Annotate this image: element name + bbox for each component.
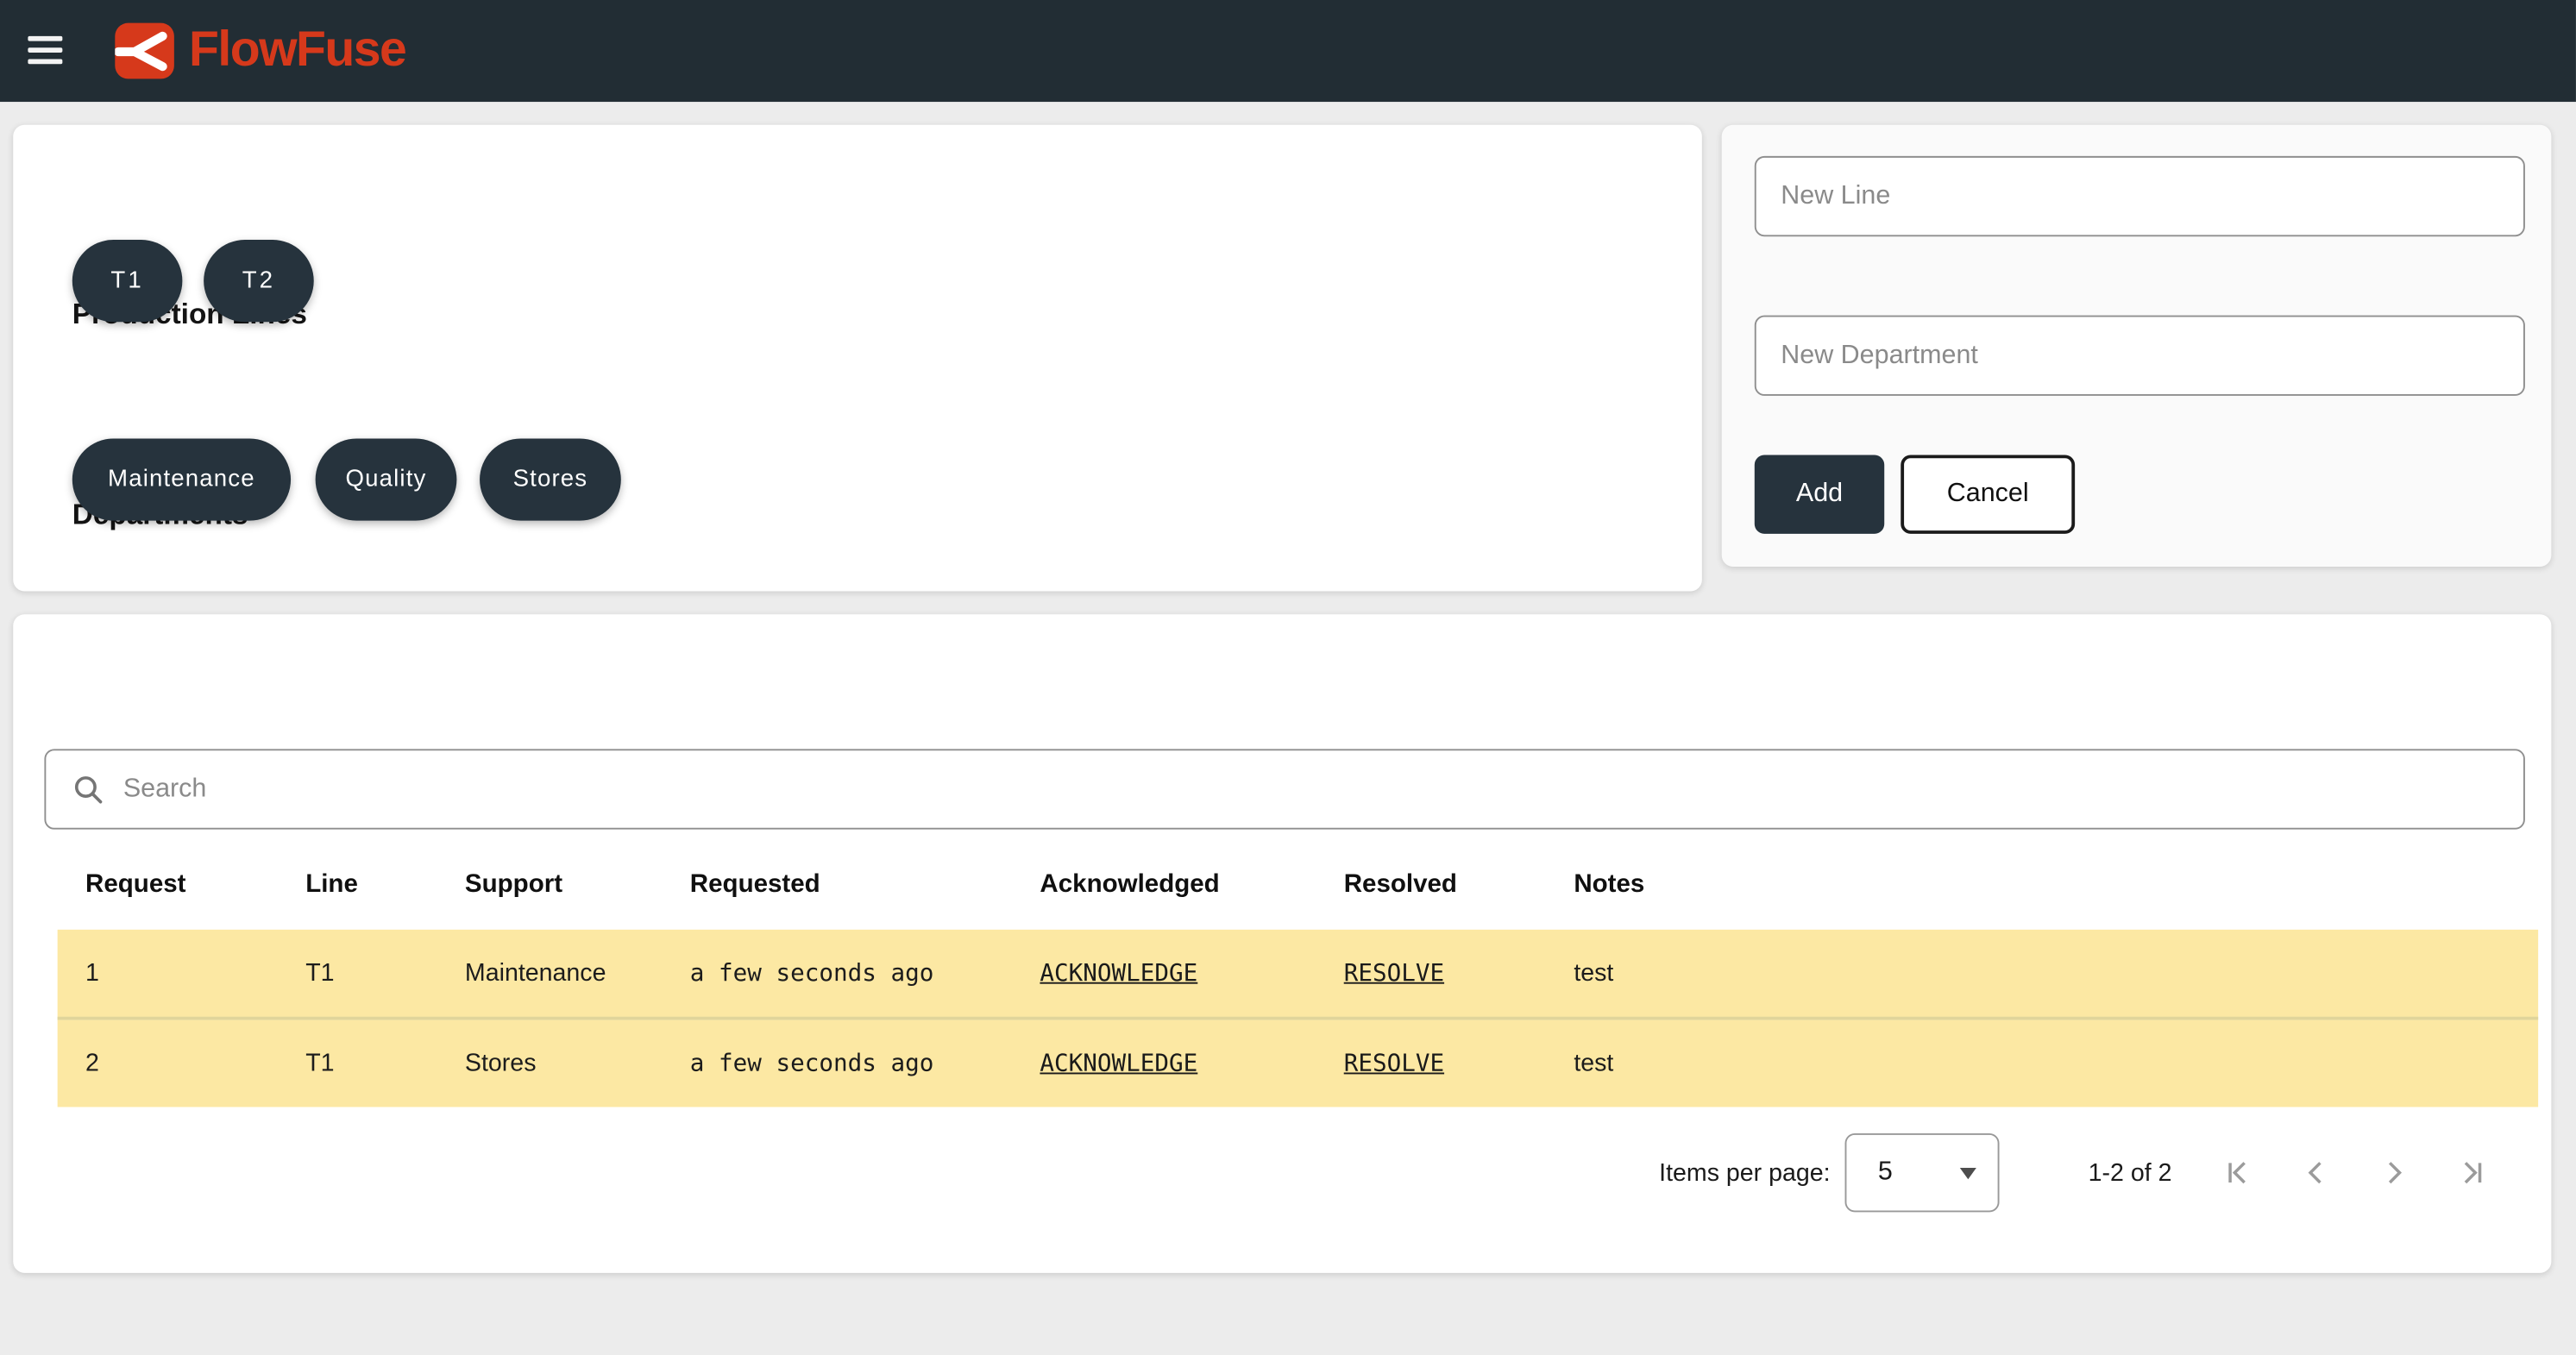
cell-support: Stores <box>465 1020 537 1107</box>
cell-request: 2 <box>85 1020 99 1107</box>
cell-line: T1 <box>305 1020 334 1107</box>
items-per-page-label: Items per page: <box>1659 1158 1830 1186</box>
menu-icon[interactable] <box>28 36 62 64</box>
column-header-notes: Notes <box>1574 839 1644 930</box>
brand-logo: FlowFuse <box>115 0 405 102</box>
flowfuse-logo-icon <box>115 23 174 79</box>
page-size-value: 5 <box>1878 1158 1893 1188</box>
new-department-input[interactable] <box>1755 316 2525 396</box>
column-header-acknowledged: Acknowledged <box>1040 839 1219 930</box>
requests-table-card: Request Line Support Requested Acknowled… <box>13 614 2551 1273</box>
column-header-support: Support <box>465 839 562 930</box>
page-size-select[interactable]: 5 <box>1845 1133 2000 1212</box>
table-header-row: Request Line Support Requested Acknowled… <box>58 839 2538 930</box>
filters-card: Production Lines T1 T2 Departments Maint… <box>13 125 1702 592</box>
cell-line: T1 <box>305 930 334 1017</box>
last-page-button[interactable] <box>2451 1153 2491 1193</box>
last-page-icon <box>2453 1155 2489 1191</box>
resolve-link[interactable]: RESOLVE <box>1344 1051 1444 1076</box>
add-button[interactable]: Add <box>1755 455 1884 533</box>
column-header-resolved: Resolved <box>1344 839 1457 930</box>
acknowledge-link[interactable]: ACKNOWLEDGE <box>1040 1051 1197 1076</box>
line-chip-t2[interactable]: T2 <box>204 240 314 322</box>
acknowledge-link[interactable]: ACKNOWLEDGE <box>1040 960 1197 986</box>
chevron-down-icon <box>1960 1168 1976 1179</box>
search-box <box>44 749 2524 829</box>
pager-buttons <box>2220 1153 2491 1193</box>
dashboard-page: FlowFuse Production Lines T1 T2 Departme… <box>0 0 2576 1355</box>
chevron-left-icon <box>2298 1155 2334 1191</box>
search-input[interactable] <box>120 773 2523 806</box>
table-row: 2 T1 Stores a few seconds ago ACKNOWLEDG… <box>58 1020 2538 1107</box>
department-chip-stores[interactable]: Stores <box>480 438 621 520</box>
line-chip-t1[interactable]: T1 <box>72 240 183 322</box>
column-header-line: Line <box>305 839 358 930</box>
next-page-button[interactable] <box>2374 1153 2414 1193</box>
add-form-card: Add Cancel <box>1722 125 2552 567</box>
department-chip-quality[interactable]: Quality <box>316 438 457 520</box>
cancel-button[interactable]: Cancel <box>1901 455 2075 533</box>
previous-page-button[interactable] <box>2296 1153 2336 1193</box>
pagination-bar: Items per page: 5 1-2 of 2 <box>1659 1133 2491 1212</box>
cell-requested: a few seconds ago <box>690 1020 934 1107</box>
resolve-link[interactable]: RESOLVE <box>1344 960 1444 986</box>
first-page-button[interactable] <box>2220 1153 2259 1193</box>
top-navbar: FlowFuse <box>0 0 2576 102</box>
brand-name: FlowFuse <box>189 23 405 79</box>
new-line-input[interactable] <box>1755 156 2525 236</box>
cell-support: Maintenance <box>465 930 606 1017</box>
department-chip-maintenance[interactable]: Maintenance <box>72 438 291 520</box>
column-header-requested: Requested <box>690 839 820 930</box>
table-row: 1 T1 Maintenance a few seconds ago ACKNO… <box>58 930 2538 1020</box>
first-page-icon <box>2221 1155 2258 1191</box>
column-header-request: Request <box>85 839 185 930</box>
cell-request: 1 <box>85 930 99 1017</box>
cell-notes: test <box>1574 930 1613 1017</box>
cell-requested: a few seconds ago <box>690 930 934 1017</box>
chevron-right-icon <box>2376 1155 2412 1191</box>
page-range-label: 1-2 of 2 <box>2089 1158 2172 1186</box>
cell-notes: test <box>1574 1020 1613 1107</box>
search-icon <box>72 773 105 806</box>
